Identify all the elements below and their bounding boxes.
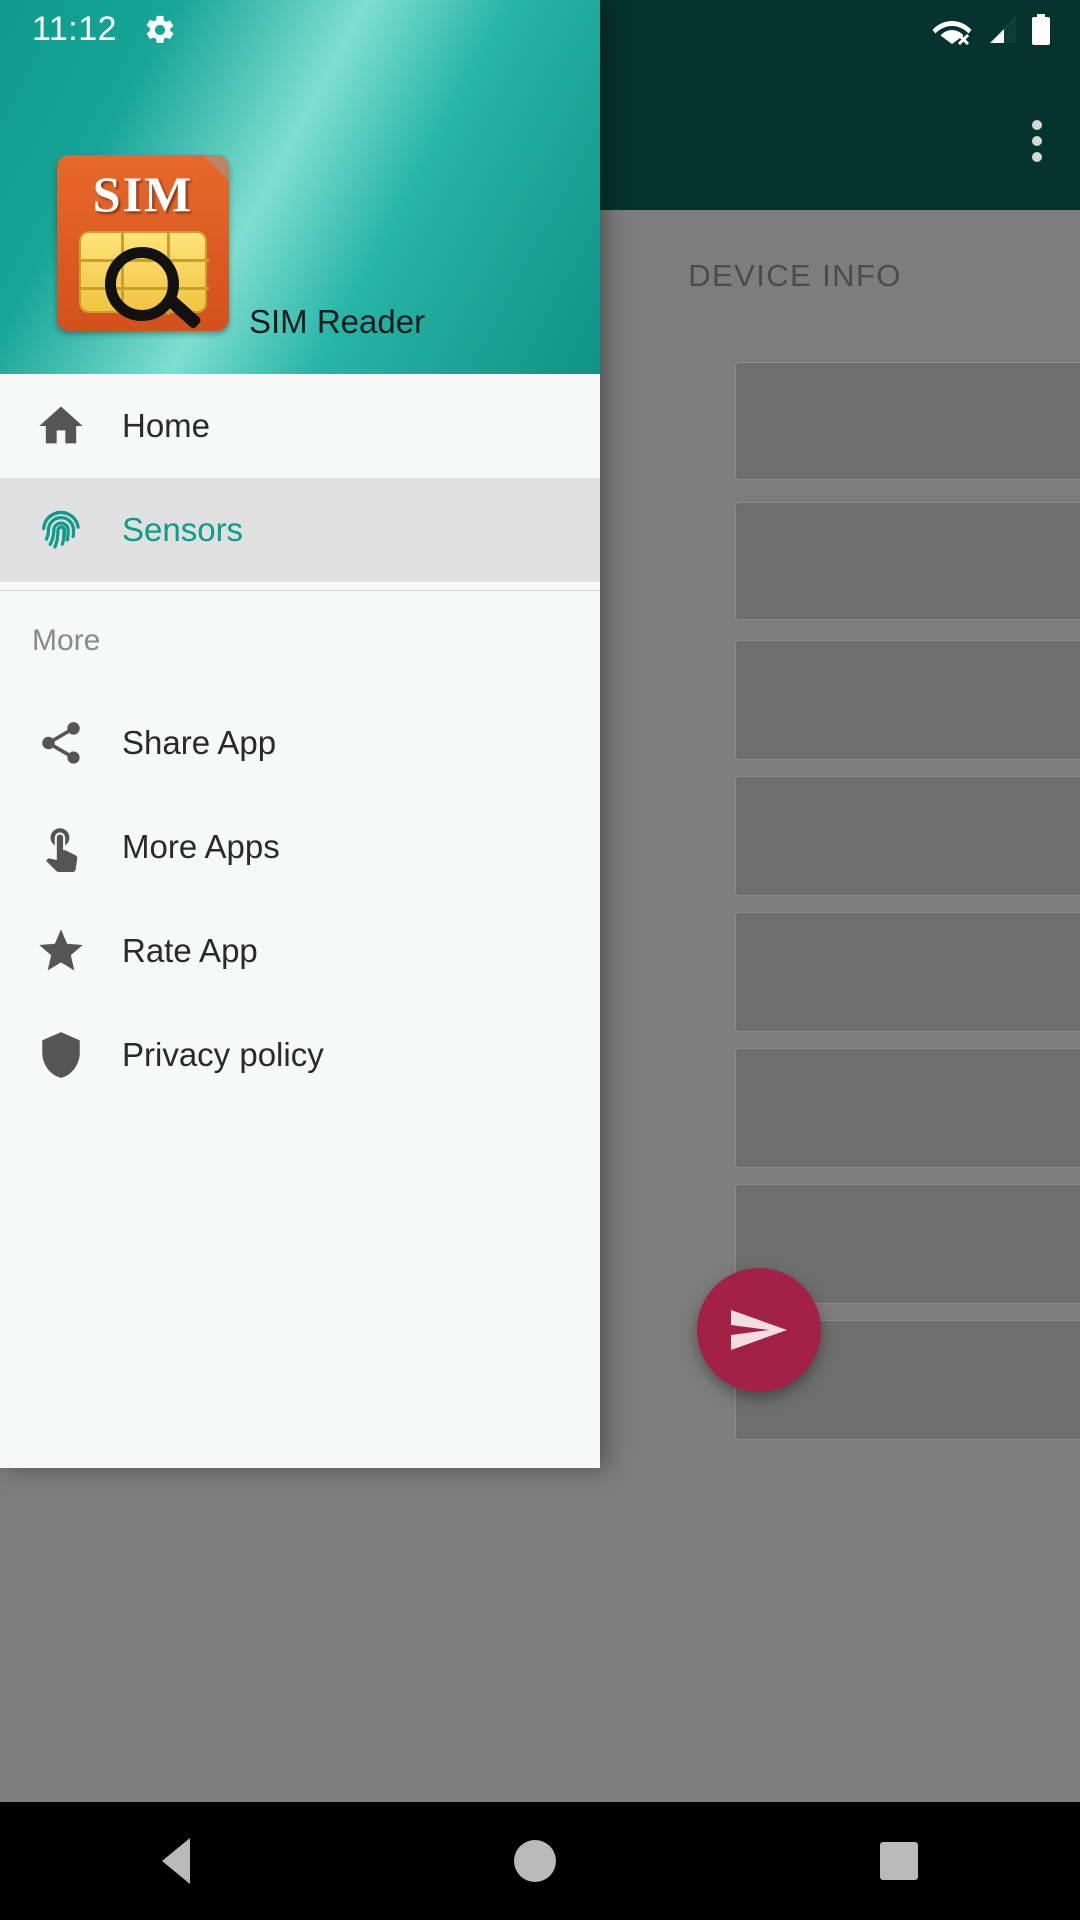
magnifier-icon [105, 247, 203, 331]
sidebar-item-sensors[interactable]: Sensors [0, 478, 600, 582]
app-title: SIM Reader [249, 303, 426, 340]
info-card [735, 640, 1080, 760]
sidebar-item-privacy-policy[interactable]: Privacy policy [0, 1003, 600, 1107]
sidebar-item-share-app[interactable]: Share App [0, 691, 600, 795]
tab-device-info[interactable]: DEVICE INFO [688, 258, 901, 294]
info-card [735, 362, 1080, 480]
star-icon [0, 925, 122, 977]
fingerprint-icon [0, 504, 122, 556]
status-bar-clock: 11:12 [32, 10, 118, 48]
cellular-signal-icon [984, 15, 1018, 45]
home-icon [0, 400, 122, 452]
recents-button[interactable] [880, 1842, 918, 1880]
logo-sim-text: SIM [92, 166, 194, 222]
wifi-no-internet-icon [932, 15, 972, 45]
settings-gear-icon [143, 13, 177, 47]
info-card [735, 776, 1080, 896]
sidebar-item-label: Home [122, 407, 211, 444]
shield-icon [0, 1030, 122, 1080]
sidebar-item-label: Sensors [122, 511, 244, 548]
sidebar-item-more-apps[interactable]: More Apps [0, 795, 600, 899]
sidebar-item-label: More Apps [122, 828, 280, 865]
send-arrow-icon [729, 1306, 789, 1354]
send-fab-button[interactable] [697, 1268, 821, 1392]
drawer-status-left: 11:12 [32, 10, 177, 49]
info-card [735, 502, 1080, 620]
drawer-section-more: More [32, 624, 101, 657]
system-navigation-bar [0, 1802, 1080, 1920]
info-card [735, 1048, 1080, 1168]
sidebar-item-label: Rate App [122, 932, 258, 969]
overflow-menu-icon[interactable] [1032, 120, 1042, 162]
back-button[interactable] [162, 1838, 190, 1884]
battery-full-icon [1030, 14, 1052, 46]
info-card [735, 912, 1080, 1032]
home-button[interactable] [514, 1840, 556, 1882]
navigation-drawer: 11:12 SIM SIM Reader Home Sensors More S… [0, 0, 600, 1468]
app-logo: SIM [57, 155, 229, 331]
sidebar-item-label: Privacy policy [122, 1036, 324, 1073]
touch-app-icon [0, 822, 122, 872]
sidebar-item-home[interactable]: Home [0, 374, 600, 478]
status-bar-icons [932, 14, 1052, 46]
drawer-header: 11:12 SIM SIM Reader [0, 0, 600, 374]
sidebar-item-rate-app[interactable]: Rate App [0, 899, 600, 1003]
phone-screen: DEVICE INFO 11:12 SIM SIM Reader Home Se… [0, 0, 1080, 1920]
sidebar-item-label: Share App [122, 724, 277, 761]
share-icon [0, 718, 122, 768]
